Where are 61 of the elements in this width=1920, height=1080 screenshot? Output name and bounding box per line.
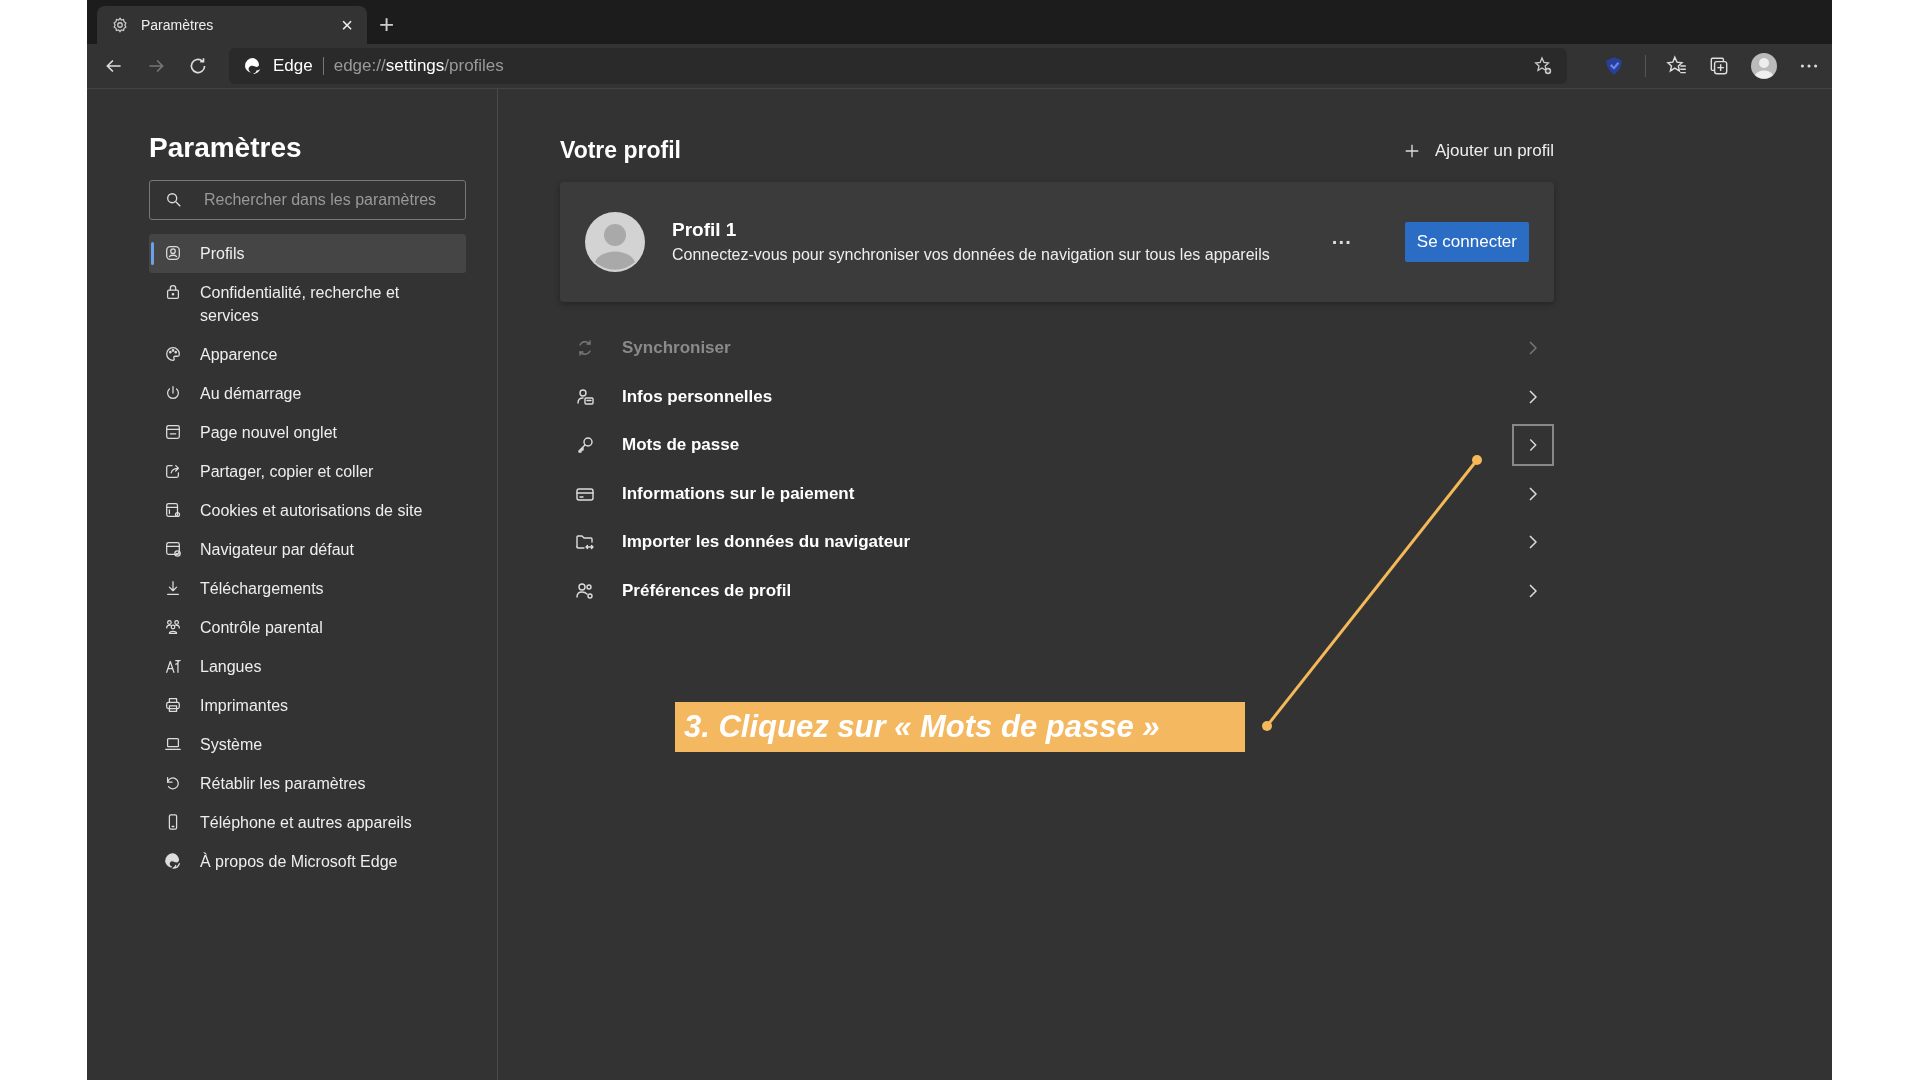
settings-title: Paramètres: [149, 132, 303, 164]
browser-tab[interactable]: Paramètres ×: [97, 6, 367, 44]
sidebar-item[interactable]: Confidentialité, recherche et services: [149, 273, 466, 335]
close-tab-button[interactable]: ×: [341, 13, 353, 37]
family-icon: [164, 618, 182, 636]
reset-icon: [164, 774, 182, 792]
cookie-settings-icon: [164, 501, 182, 519]
sidebar-item[interactable]: Imprimantes: [149, 686, 466, 725]
sidebar-item[interactable]: Système: [149, 725, 466, 764]
settings-row[interactable]: Infos personnelles: [560, 372, 1554, 421]
add-profile-button[interactable]: Ajouter un profil: [1402, 140, 1554, 161]
sidebar-item[interactable]: Profils: [149, 234, 466, 273]
browser-check-icon: [164, 540, 182, 558]
sidebar-item[interactable]: Partager, copier et coller: [149, 452, 466, 491]
settings-row[interactable]: Préférences de profil: [560, 566, 1554, 615]
person-card-icon: [575, 386, 595, 407]
sidebar-item[interactable]: Rétablir les paramètres: [149, 764, 466, 803]
sidebar-item[interactable]: Au démarrage: [149, 374, 466, 413]
section-title: Votre profil: [560, 137, 681, 164]
profile-avatar-icon[interactable]: [1750, 52, 1778, 80]
sidebar-item[interactable]: Cookies et autorisations de site: [149, 491, 466, 530]
sign-in-button[interactable]: Se connecter: [1404, 222, 1529, 262]
settings-icon: [111, 16, 129, 34]
language-icon: [164, 657, 182, 675]
sidebar-item[interactable]: Téléchargements: [149, 569, 466, 608]
sidebar-item[interactable]: Langues: [149, 647, 466, 686]
profile-name: Profil 1: [672, 219, 738, 241]
sidebar-item[interactable]: Page nouvel onglet: [149, 413, 466, 452]
sidebar-item[interactable]: À propos de Microsoft Edge: [149, 842, 466, 881]
people-settings-icon: [575, 580, 595, 601]
share-icon: [164, 462, 182, 480]
power-icon: [164, 384, 182, 402]
profile-icon: [164, 244, 182, 262]
collections-icon[interactable]: [1708, 55, 1730, 77]
tab-title: Paramètres: [141, 17, 215, 33]
settings-row[interactable]: Importer les données du navigateur: [560, 518, 1554, 567]
annotation-callout: 3. Cliquez sur « Mots de passe »: [675, 702, 1245, 752]
sidebar-item[interactable]: Téléphone et autres appareils: [149, 803, 466, 842]
site-label: Edge: [273, 56, 313, 76]
address-bar[interactable]: Edge edge://settings/profiles: [229, 48, 1567, 84]
laptop-icon: [164, 735, 182, 753]
sidebar-item[interactable]: Navigateur par défaut: [149, 530, 466, 569]
add-favorite-icon[interactable]: [1533, 56, 1553, 76]
avatar-icon: [585, 212, 645, 272]
search-icon: [165, 191, 183, 209]
printer-icon: [164, 696, 182, 714]
lock-icon: [164, 283, 182, 301]
url-text: edge://settings/profiles: [333, 56, 504, 76]
settings-row[interactable]: Mots de passe: [560, 421, 1554, 470]
new-tab-page-icon: [164, 423, 182, 441]
shield-icon[interactable]: [1603, 55, 1625, 77]
search-field[interactable]: Rechercher dans les paramètres: [149, 180, 466, 220]
key-icon: [575, 435, 595, 456]
more-options-button[interactable]: ···: [1325, 229, 1358, 255]
palette-icon: [164, 345, 182, 363]
settings-row[interactable]: Informations sur le paiement: [560, 469, 1554, 518]
download-icon: [164, 579, 182, 597]
sidebar-item[interactable]: Apparence: [149, 335, 466, 374]
new-tab-button[interactable]: +: [379, 6, 395, 44]
profile-description: Connectez-vous pour synchroniser vos données de navigation sur tous les appareils: [672, 245, 1271, 265]
sidebar-item[interactable]: Contrôle parental: [149, 608, 466, 647]
